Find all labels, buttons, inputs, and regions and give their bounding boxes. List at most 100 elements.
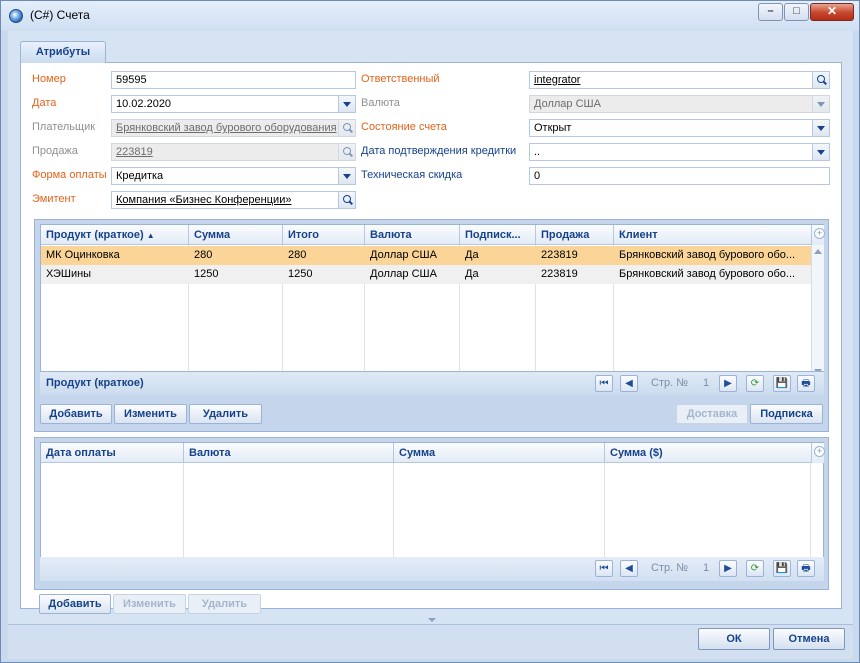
- date-label: Дата: [32, 97, 57, 109]
- prev-page-button[interactable]: ◀: [620, 560, 638, 577]
- delete-product-button[interactable]: Удалить: [189, 404, 262, 424]
- credit-confirm-date-dropdown-icon[interactable]: [812, 144, 829, 160]
- tab-attributes[interactable]: Атрибуты: [20, 41, 106, 63]
- products-grid: Продукт (краткое) ▲ Сумма Итого Валюта П…: [40, 224, 825, 379]
- col-divider: [394, 463, 605, 562]
- delete-payment-button[interactable]: Удалить: [188, 594, 261, 614]
- payer-value: Брянковский завод бурового оборудования: [116, 122, 337, 134]
- save-button[interactable]: 💾: [773, 560, 791, 577]
- col-payment-sum[interactable]: Сумма: [394, 443, 605, 463]
- delivery-button[interactable]: Доставка: [676, 404, 748, 424]
- payer-label: Плательщик: [32, 121, 96, 133]
- date-field[interactable]: 10.02.2020: [111, 95, 356, 113]
- first-page-button[interactable]: ⏮: [595, 560, 613, 577]
- add-column-icon[interactable]: [811, 225, 825, 245]
- prev-page-icon: ◀: [625, 563, 633, 574]
- col-payment-date[interactable]: Дата оплаты: [41, 443, 184, 463]
- col-payment-sum-usd[interactable]: Сумма ($): [605, 443, 811, 463]
- next-page-icon: ▶: [724, 378, 732, 389]
- cancel-button[interactable]: Отмена: [773, 628, 845, 650]
- number-value: 59595: [116, 74, 147, 86]
- print-button[interactable]: 🖶: [797, 375, 815, 392]
- refresh-icon: ⟳: [750, 563, 760, 574]
- responsible-search-icon[interactable]: [812, 72, 829, 88]
- print-icon: 🖶: [801, 563, 811, 574]
- sale-label: Продажа: [32, 145, 78, 157]
- issuer-field[interactable]: Компания «Бизнес Конференции»: [111, 191, 356, 209]
- minimize-button[interactable]: –: [758, 3, 783, 21]
- maximize-button[interactable]: □: [784, 3, 809, 21]
- globe-icon: [9, 9, 23, 23]
- products-vertical-scrollbar[interactable]: [811, 245, 824, 378]
- tech-discount-value: 0: [534, 170, 541, 182]
- payments-grid-box: Дата оплаты Валюта Сумма Сумма ($) ⏮ ◀ С…: [34, 437, 829, 590]
- col-divider: [605, 463, 811, 562]
- save-button[interactable]: 💾: [773, 375, 791, 392]
- account-window: (C#) Счета – □ ✕ Атрибуты Номер 59595 Да…: [0, 0, 860, 663]
- page-number: 1: [703, 377, 710, 389]
- issuer-value: Компания «Бизнес Конференции»: [116, 194, 292, 206]
- close-icon: ✕: [826, 4, 838, 18]
- edit-product-button[interactable]: Изменить: [114, 404, 187, 424]
- payment-form-dropdown-icon[interactable]: [338, 168, 355, 184]
- page-label: Стр. №: [651, 377, 689, 389]
- col-subscription[interactable]: Подписк...: [460, 225, 536, 245]
- next-page-icon: ▶: [724, 563, 732, 574]
- payment-form-select[interactable]: Кредитка: [111, 167, 356, 185]
- maximize-icon: □: [793, 5, 800, 17]
- print-button[interactable]: 🖶: [797, 560, 815, 577]
- issuer-search-icon[interactable]: [338, 192, 355, 208]
- add-product-button[interactable]: Добавить: [40, 404, 112, 424]
- currency-label: Валюта: [361, 97, 400, 109]
- col-currency[interactable]: Валюта: [365, 225, 460, 245]
- next-page-button[interactable]: ▶: [719, 560, 737, 577]
- refresh-button[interactable]: ⟳: [746, 375, 764, 392]
- account-state-select[interactable]: Открыт: [529, 119, 830, 137]
- close-button[interactable]: ✕: [810, 3, 854, 21]
- col-client[interactable]: Клиент: [614, 225, 811, 245]
- products-grid-header: Продукт (краткое) ▲ Сумма Итого Валюта П…: [41, 225, 811, 245]
- edit-payment-button[interactable]: Изменить: [113, 594, 186, 614]
- add-payment-button[interactable]: Добавить: [39, 594, 111, 614]
- col-divider: [184, 463, 394, 562]
- products-pager: Продукт (краткое) ⏮ ◀ Стр. № 1 ▶ ⟳ 💾 🖶: [40, 371, 824, 395]
- credit-confirm-date-field[interactable]: ..: [529, 143, 830, 161]
- sale-search-icon: [338, 144, 355, 160]
- scroll-up-icon[interactable]: [814, 249, 822, 254]
- tech-discount-field[interactable]: 0: [529, 167, 830, 185]
- number-field[interactable]: 59595: [111, 71, 356, 89]
- subscription-button[interactable]: Подписка: [750, 404, 823, 424]
- responsible-field[interactable]: integrator: [529, 71, 830, 89]
- sort-asc-icon: ▲: [146, 231, 155, 240]
- sale-value: 223819: [116, 146, 153, 158]
- col-total[interactable]: Итого: [283, 225, 365, 245]
- title-bar[interactable]: (C#) Счета – □ ✕: [1, 1, 859, 31]
- first-page-button[interactable]: ⏮: [595, 375, 613, 392]
- payments-grid: Дата оплаты Валюта Сумма Сумма ($): [40, 442, 825, 563]
- col-product[interactable]: Продукт (краткое) ▲: [41, 225, 189, 245]
- tab-strip: Атрибуты: [20, 41, 842, 63]
- col-sum[interactable]: Сумма: [189, 225, 283, 245]
- table-row[interactable]: ХЭШины 1250 1250 Доллар США Да 223819 Бр…: [41, 265, 811, 284]
- ok-button[interactable]: ОК: [698, 628, 770, 650]
- first-page-icon: ⏮: [599, 563, 609, 574]
- dialog-footer: ОК Отмена: [8, 624, 853, 659]
- add-column-icon[interactable]: [811, 443, 825, 463]
- collapse-splitter[interactable]: [8, 616, 853, 624]
- next-page-button[interactable]: ▶: [719, 375, 737, 392]
- group-caption: Продукт (краткое): [46, 377, 144, 389]
- page-number: 1: [703, 562, 710, 574]
- minimize-icon: –: [767, 5, 774, 17]
- save-icon: 💾: [775, 563, 789, 574]
- refresh-button[interactable]: ⟳: [746, 560, 764, 577]
- col-sale[interactable]: Продажа: [536, 225, 614, 245]
- prev-page-button[interactable]: ◀: [620, 375, 638, 392]
- col-divider: [41, 463, 184, 562]
- account-state-dropdown-icon[interactable]: [812, 120, 829, 136]
- refresh-icon: ⟳: [750, 378, 760, 389]
- date-dropdown-icon[interactable]: [338, 96, 355, 112]
- products-button-bar: Добавить Изменить Удалить Доставка Подпи…: [35, 400, 828, 428]
- credit-confirm-date-label: Дата подтверждения кредитки: [361, 145, 517, 157]
- col-payment-currency[interactable]: Валюта: [184, 443, 394, 463]
- table-row[interactable]: МК Оцинковка 280 280 Доллар США Да 22381…: [41, 246, 811, 265]
